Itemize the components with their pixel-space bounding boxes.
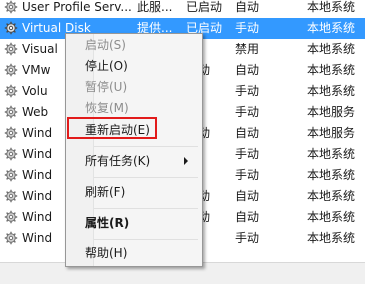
gear-icon xyxy=(4,42,18,56)
service-logon-as: 本地系统 xyxy=(307,42,356,56)
menu-item-pause: 暂停(U) xyxy=(68,76,198,98)
menu-item-label: 所有任务(K) xyxy=(85,154,151,168)
gear-icon xyxy=(4,210,18,224)
gear-icon xyxy=(4,231,18,245)
gear-icon xyxy=(4,126,18,140)
service-startup-type: 自动 xyxy=(235,210,260,224)
gear-icon xyxy=(4,63,18,77)
gear-icon xyxy=(4,84,18,98)
menu-item-label: 恢复(M) xyxy=(85,101,129,115)
service-logon-as: 本地系统 xyxy=(307,189,356,203)
service-startup-type: 手动 xyxy=(235,84,260,98)
gear-icon xyxy=(4,189,18,203)
gear-icon xyxy=(4,0,18,14)
service-logon-as: 本地系统 xyxy=(307,147,356,161)
menu-item-label: 启动(S) xyxy=(85,38,126,52)
menu-item-label: 帮助(H) xyxy=(85,246,128,260)
service-startup-type: 自动 xyxy=(235,0,260,14)
menu-separator xyxy=(94,146,198,147)
service-startup-type: 手动 xyxy=(235,21,260,35)
service-logon-as: 本地系统 xyxy=(307,84,356,98)
menu-item-help[interactable]: 帮助(H) xyxy=(68,242,198,264)
service-startup-type: 手动 xyxy=(235,105,260,119)
service-startup-type: 手动 xyxy=(235,168,260,182)
menu-item-refresh[interactable]: 刷新(F) xyxy=(68,181,198,203)
service-status: 已启动 xyxy=(186,0,223,14)
menu-item-start: 启动(S) xyxy=(68,34,198,56)
menu-item-label: 停止(O) xyxy=(85,59,128,73)
service-startup-type: 自动 xyxy=(235,126,260,140)
menu-separator xyxy=(94,239,198,240)
service-logon-as: 本地系统 xyxy=(307,231,356,245)
service-logon-as: 本地系统 xyxy=(307,210,356,224)
service-description: 此服... xyxy=(137,0,173,14)
service-logon-as: 本地服务 xyxy=(307,105,356,119)
gear-icon xyxy=(4,147,18,161)
service-row-user-profile[interactable]: User Profile Serv... 此服... 已启动 自动 本地系统 xyxy=(0,0,365,18)
service-startup-type: 禁用 xyxy=(235,42,260,56)
service-startup-type: 手动 xyxy=(235,231,260,245)
menu-item-properties[interactable]: 属性(R) xyxy=(68,212,198,234)
service-logon-as: 本地系统 xyxy=(307,21,356,35)
service-context-menu: 启动(S) 停止(O) 暂停(U) 恢复(M) 重新启动(E) 所有任务(K) … xyxy=(65,33,203,267)
chevron-right-icon xyxy=(184,157,188,165)
restart-highlight-box xyxy=(67,117,157,139)
gear-icon xyxy=(4,168,18,182)
service-logon-as: 本地系统 xyxy=(307,63,356,77)
service-startup-type: 手动 xyxy=(235,147,260,161)
menu-separator xyxy=(94,177,198,178)
menu-separator xyxy=(94,208,198,209)
menu-item-stop[interactable]: 停止(O) xyxy=(68,55,198,77)
menu-item-label: 暂停(U) xyxy=(85,80,128,94)
service-startup-type: 自动 xyxy=(235,189,260,203)
menu-item-label: 刷新(F) xyxy=(85,185,126,199)
gear-icon xyxy=(4,105,18,119)
menu-item-label: 属性(R) xyxy=(85,216,130,230)
service-startup-type: 自动 xyxy=(235,63,260,77)
service-logon-as: 本地系统 xyxy=(307,168,356,182)
menu-item-resume: 恢复(M) xyxy=(68,97,198,119)
service-logon-as: 本地服务 xyxy=(307,126,356,140)
gear-icon xyxy=(4,21,18,35)
menu-item-all-tasks[interactable]: 所有任务(K) xyxy=(68,150,198,172)
service-logon-as: 本地系统 xyxy=(307,0,356,14)
